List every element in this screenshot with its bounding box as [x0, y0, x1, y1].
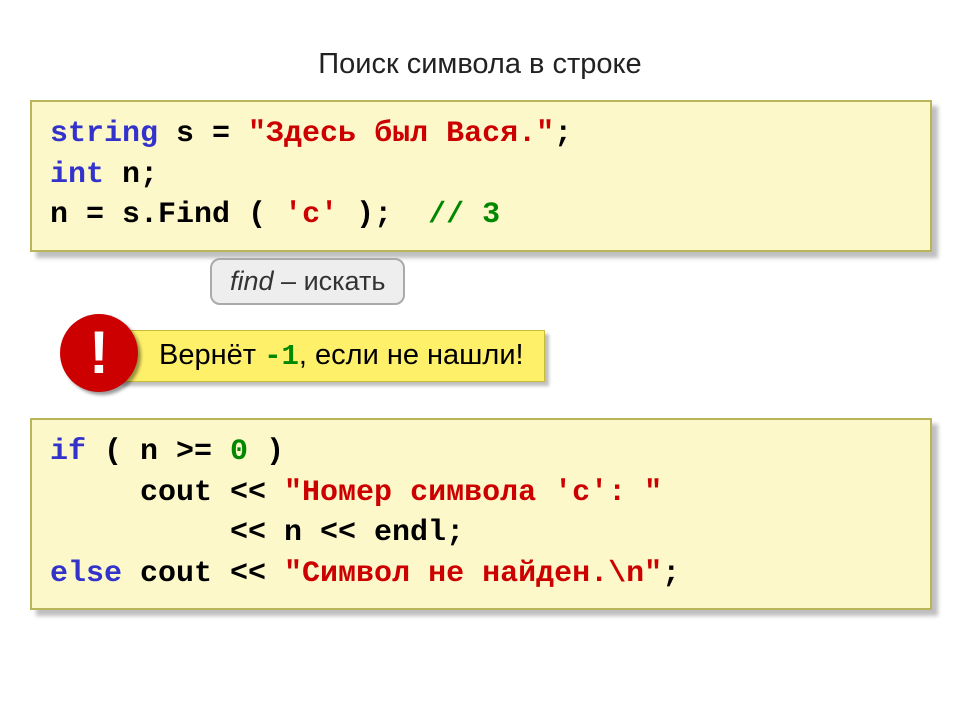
- code-text: (: [230, 198, 284, 232]
- code-text: ;: [554, 117, 572, 151]
- tooltip-term: find: [230, 266, 274, 296]
- code-text: cout <<: [122, 557, 284, 591]
- number-literal: 0: [230, 435, 248, 469]
- string-literal: "Символ не найден.\n": [284, 557, 662, 591]
- warning-value: -1: [264, 340, 299, 373]
- string-literal: "Здесь был Вася.": [248, 117, 554, 151]
- warning-text: , если не нашли!: [299, 339, 524, 371]
- string-literal: "Номер символа 'c': ": [284, 476, 662, 510]
- code-block-2: if ( n >= 0 ) cout << "Номер символа 'c'…: [30, 418, 932, 610]
- slide-title: Поиск символа в строке: [0, 48, 960, 81]
- comment: // 3: [428, 198, 500, 232]
- code-text: cout <<: [50, 476, 284, 510]
- code-block-1: string s = "Здесь был Вася."; int n; n =…: [30, 100, 932, 252]
- kw-int: int: [50, 158, 104, 192]
- method-find: Find: [158, 198, 230, 232]
- code-text: );: [338, 198, 428, 232]
- kw-else: else: [50, 557, 122, 591]
- kw-if: if: [50, 435, 86, 469]
- kw-string: string: [50, 117, 158, 151]
- warning-text: Вернёт: [159, 339, 264, 371]
- code-text: n = s.: [50, 198, 158, 232]
- code-text: ): [248, 435, 284, 469]
- tooltip-text: – искать: [274, 266, 386, 296]
- exclamation-icon: !: [60, 314, 138, 392]
- tooltip-find: find – искать: [210, 258, 405, 305]
- code-text: ( n >=: [86, 435, 230, 469]
- code-text: n;: [104, 158, 158, 192]
- code-text: s =: [158, 117, 248, 151]
- warning-box: Вернёт -1, если не нашли!: [118, 330, 545, 382]
- code-text: ;: [662, 557, 680, 591]
- code-text: << n << endl;: [50, 516, 464, 550]
- char-literal: 'с': [284, 198, 338, 232]
